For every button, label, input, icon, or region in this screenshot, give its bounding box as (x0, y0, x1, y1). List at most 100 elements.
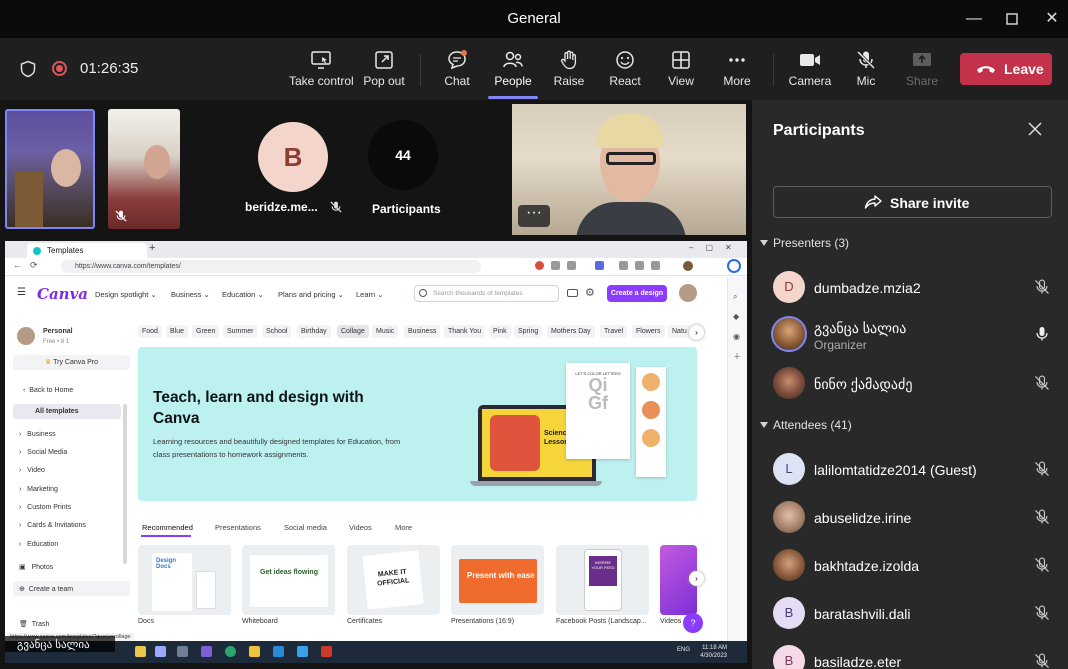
browser-window-controls[interactable]: –▢✕ (689, 243, 744, 252)
tile-more-button[interactable]: ··· (518, 205, 550, 227)
sidebar-item-marketing[interactable]: › Marketing (19, 486, 58, 493)
tab-presentations[interactable]: Presentations (215, 523, 261, 532)
chip-school[interactable]: School (262, 325, 292, 338)
taskbar-app-icon[interactable] (321, 646, 332, 657)
chips-next-button[interactable]: › (689, 325, 704, 340)
participant-avatar[interactable]: B (258, 122, 328, 192)
people-button[interactable]: People (481, 46, 545, 99)
desktop-app-icon[interactable] (567, 289, 578, 297)
thumb-certificates[interactable]: MAKE IT OFFICIAL (347, 545, 440, 615)
hero-banner[interactable]: Teach, learn and design with Canva Learn… (138, 347, 697, 501)
chip-birthday[interactable]: Birthday (297, 325, 331, 338)
chip-food[interactable]: Food (138, 325, 162, 338)
react-button[interactable]: React (593, 46, 657, 96)
chip-pink[interactable]: Pink (489, 325, 511, 338)
canva-logo[interactable]: Canva (37, 285, 88, 303)
participant-row[interactable]: გვანცა სალია Organizer (771, 316, 1063, 356)
take-control-button[interactable]: Take control (289, 46, 354, 96)
new-tab-icon[interactable]: + (149, 242, 155, 254)
url-field[interactable]: https://www.canva.com/templates/ (61, 260, 481, 273)
pop-out-button[interactable]: Pop out (352, 46, 416, 96)
mic-button[interactable]: Mic (834, 46, 898, 96)
template-search-input[interactable]: Search thousands of templates (414, 285, 559, 302)
participant-video-tile[interactable] (108, 109, 180, 229)
chat-button[interactable]: Chat (425, 46, 489, 96)
presenters-section-header[interactable]: Presenters (3) (760, 236, 849, 250)
more-button[interactable]: More (705, 46, 769, 96)
share-invite-button[interactable]: Share invite (773, 186, 1052, 218)
tab-recommended[interactable]: Recommended (142, 523, 193, 532)
create-team-button[interactable]: ⊕ Create a team (13, 581, 130, 596)
sidebar-item-video[interactable]: › Video (19, 467, 45, 474)
sidebar-item-custom-prints[interactable]: › Custom Prints (19, 504, 71, 511)
chip-collage[interactable]: Collage (337, 325, 369, 338)
participant-row[interactable]: B basiladze.eter (773, 645, 1063, 669)
taskbar-app-icon[interactable] (155, 646, 166, 657)
chip-thank-you[interactable]: Thank You (444, 325, 486, 338)
try-pro-button[interactable]: ♛ Try Canva Pro (13, 355, 130, 370)
create-design-button[interactable]: Create a design (607, 285, 667, 302)
hamburger-menu-icon[interactable]: ☰ (17, 287, 26, 298)
back-forward-reload-icons[interactable]: ←⟳ (13, 260, 46, 271)
chip-travel[interactable]: Travel (600, 325, 628, 338)
taskbar-app-icon[interactable] (177, 646, 188, 657)
minimize-icon[interactable]: — (962, 8, 986, 30)
participant-row[interactable]: B baratashvili.dali (773, 597, 1063, 635)
account-name[interactable]: Personal (43, 328, 73, 335)
shield-icon[interactable] (19, 60, 37, 78)
chip-business[interactable]: Business (404, 325, 441, 338)
thumb-facebook-posts[interactable]: INSPIRE YOUR FEED (556, 545, 649, 615)
participant-row[interactable]: D dumbadze.mzia2 (773, 271, 1063, 309)
sidebar-scrollbar[interactable] (123, 404, 127, 564)
gear-icon[interactable]: ⚙ (585, 286, 595, 299)
taskbar-app-icon[interactable] (249, 646, 260, 657)
participant-row[interactable]: abuselidze.irine (773, 501, 1063, 539)
participant-row[interactable]: L lalilomtatidze2014 (Guest) (773, 453, 1063, 491)
chip-flowers[interactable]: Flowers (632, 325, 665, 338)
thumbs-next-button[interactable]: › (689, 571, 704, 586)
close-window-icon[interactable]: ✕ (1040, 8, 1064, 30)
nav-plans-pricing[interactable]: Plans and pricing ⌄ (278, 290, 344, 299)
chip-blue[interactable]: Blue (166, 325, 189, 338)
taskbar-app-icon[interactable] (135, 646, 146, 657)
camera-button[interactable]: Camera (778, 46, 842, 96)
taskbar-clock[interactable]: 11:18 AM 4/30/2023 (700, 644, 727, 660)
sidebar-item-photos[interactable]: ▣ Photos (19, 563, 53, 571)
participant-row[interactable]: bakhtadze.izolda (773, 549, 1063, 587)
maximize-icon[interactable] (1000, 8, 1024, 30)
shared-screen[interactable]: Templates + –▢✕ ←⟳ https://www.canva.com… (5, 241, 747, 663)
chip-green[interactable]: Green (192, 325, 220, 338)
tab-more[interactable]: More (395, 523, 412, 532)
tab-videos[interactable]: Videos (349, 523, 372, 532)
thumb-whiteboard[interactable]: Get ideas flowing (242, 545, 335, 615)
nav-business[interactable]: Business ⌄ (171, 290, 210, 299)
sidebar-item-cards[interactable]: › Cards & Invitations (19, 522, 86, 529)
help-button[interactable]: ? (683, 613, 703, 633)
sidebar-item-education[interactable]: › Education (19, 541, 58, 548)
chip-music[interactable]: Music (372, 325, 399, 338)
nav-design-spotlight[interactable]: Design spotlight ⌄ (95, 290, 157, 299)
thumb-presentations[interactable]: Present with ease (451, 545, 544, 615)
tab-social-media[interactable]: Social media (284, 523, 327, 532)
share-button[interactable]: Share (890, 46, 954, 96)
taskbar-app-icon[interactable] (201, 646, 212, 657)
raise-hand-button[interactable]: Raise (537, 46, 601, 96)
leave-button[interactable]: Leave (960, 53, 1052, 85)
nav-education[interactable]: Education ⌄ (222, 290, 264, 299)
chip-nature[interactable]: Natu (668, 325, 690, 338)
taskbar-app-icon[interactable] (273, 646, 284, 657)
chip-summer[interactable]: Summer (223, 325, 258, 338)
sidebar-item-social-media[interactable]: › Social Media (19, 449, 67, 456)
taskbar-app-icon[interactable] (225, 646, 236, 657)
nav-learn[interactable]: Learn ⌄ (356, 290, 384, 299)
attendees-section-header[interactable]: Attendees (41) (760, 418, 852, 432)
browser-tab[interactable]: Templates (27, 243, 147, 258)
participants-count-badge[interactable]: 44 (368, 120, 438, 190)
view-button[interactable]: View (649, 46, 713, 96)
participant-video-tile[interactable] (5, 109, 95, 229)
sidebar-item-trash[interactable]: 🗑 Trash (19, 620, 49, 628)
close-icon[interactable] (1028, 122, 1042, 136)
chip-mothers-day[interactable]: Mothers Day (547, 325, 595, 338)
chip-spring[interactable]: Spring (514, 325, 543, 338)
browser-extension-icons[interactable] (535, 261, 705, 272)
